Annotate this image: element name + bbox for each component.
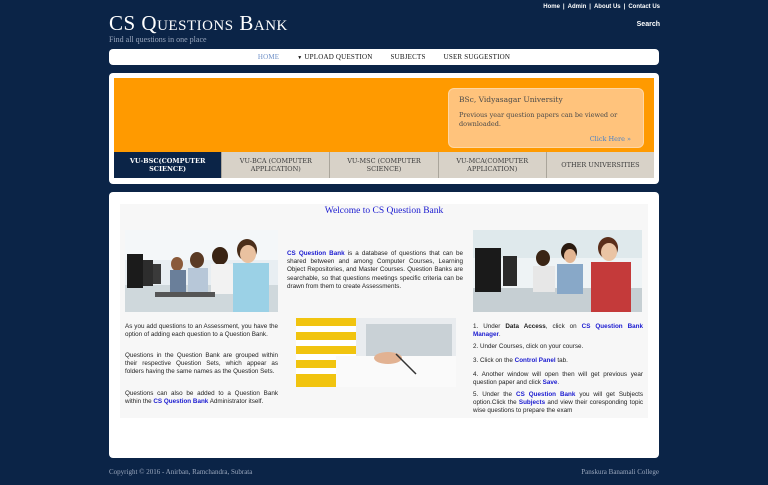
step-5: 5. Under the CS Question Bank you will g… [473, 391, 643, 416]
nav-upload-label: UPLOAD QUESTION [304, 53, 373, 61]
step1-b: , click on [545, 323, 582, 330]
tab-vu-bca[interactable]: VU-BCA (COMPUTER APPLICATION) [221, 152, 330, 178]
control-panel-link[interactable]: Control Panel [515, 357, 556, 364]
divider: | [562, 4, 565, 10]
nav-upload-question[interactable]: ▼ UPLOAD QUESTION [288, 53, 381, 61]
nav-home[interactable]: HOME [249, 53, 288, 61]
step1-bold: Data Access [505, 323, 546, 330]
nav-user-suggestion[interactable]: USER SUGGESTION [435, 53, 520, 61]
writing-image [296, 318, 456, 387]
step3-a: 3. Click on the [473, 357, 515, 364]
welcome-heading: Welcome to CS Question Bank [324, 206, 444, 216]
left-p3-text-b: Administrator itself. [208, 398, 264, 406]
tab-vu-msc[interactable]: VU-MSC (COMPUTER SCIENCE) [329, 152, 438, 178]
step3-b: tab. [555, 357, 568, 364]
footer-college: Panskura Banamali College [581, 468, 659, 476]
step-1: 1. Under Data Access, click on CS Questi… [473, 323, 643, 339]
footer-copyright: Copyright © 2016 - Anirban, Ramchandra, … [109, 468, 253, 476]
left-paragraph-1: As you add questions to an Assessment, y… [125, 323, 278, 339]
main-nav: HOME ▼ UPLOAD QUESTION SUBJECTS USER SUGG… [109, 49, 659, 65]
cs-question-bank-link-2[interactable]: CS Question Bank [516, 391, 575, 398]
top-link-about[interactable]: About Us [594, 4, 621, 10]
students-image-left [125, 230, 278, 312]
step1-a: 1. Under [473, 323, 506, 330]
step-2: 2. Under Courses, click on your course. [473, 343, 584, 350]
hero-card-title: BSc, Vidyasagar University [459, 95, 563, 104]
hero-card: BSc, Vidyasagar University Previous year… [448, 88, 644, 148]
hero-panel: BSc, Vidyasagar University Previous year… [109, 73, 659, 184]
save-link[interactable]: Save [543, 379, 558, 386]
site-title[interactable]: CS Questions Bank [109, 12, 288, 34]
search-link[interactable]: Search [637, 21, 660, 28]
university-tabs: VU-BSC(COMPUTER SCIENCE) VU-BCA (COMPUTE… [114, 152, 655, 178]
tab-vu-bsc[interactable]: VU-BSC(COMPUTER SCIENCE) [114, 152, 222, 178]
brand: CS Questions Bank Find all questions in … [109, 12, 288, 44]
step1-c: . [498, 331, 501, 339]
intro-paragraph: CS Question Bank is a database of questi… [287, 250, 463, 291]
tab-other-universities[interactable]: OTHER UNIVERSITIES [545, 152, 655, 178]
site-tagline: Find all questions in one place [109, 35, 207, 44]
header: CS Questions Bank Find all questions in … [0, 0, 768, 48]
tab-vu-mca[interactable]: VU-MCA(COMPUTER APPLICATION) [437, 152, 546, 178]
subjects-link[interactable]: Subjects [519, 399, 545, 406]
students-image-right [473, 230, 642, 312]
step5-a: 5. Under the [473, 391, 517, 398]
top-link-contact[interactable]: Contact Us [628, 4, 660, 10]
divider: | [623, 4, 626, 10]
hero-card-text: Previous year question papers can be vie… [459, 111, 618, 128]
step-3: 3. Click on the Control Panel tab. [473, 357, 643, 365]
click-here-link[interactable]: Click Here » [590, 135, 631, 143]
cs-question-bank-link[interactable]: CS Question Bank [287, 250, 345, 257]
cs-question-bank-admin-link[interactable]: CS Question Bank [153, 398, 208, 405]
divider: | [589, 4, 591, 10]
hero-banner: BSc, Vidyasagar University Previous year… [114, 78, 654, 152]
nav-subjects[interactable]: SUBJECTS [382, 53, 435, 61]
step-4: 4. Another window will open then will ge… [473, 371, 643, 387]
top-links: Home | Admin | About Us | Contact Us [543, 4, 660, 10]
left-paragraph-2: Questions in the Question Bank are group… [125, 352, 278, 376]
caret-down-icon: ▼ [297, 56, 303, 61]
top-link-home[interactable]: Home [543, 4, 560, 10]
content-area: Welcome to CS Question Bank CS Question … [120, 204, 648, 418]
step4-b: . [557, 379, 560, 387]
left-paragraph-3: Questions can also be added to a Questio… [125, 390, 278, 406]
main-content: Welcome to CS Question Bank CS Question … [109, 192, 659, 458]
top-link-admin[interactable]: Admin [568, 4, 587, 10]
